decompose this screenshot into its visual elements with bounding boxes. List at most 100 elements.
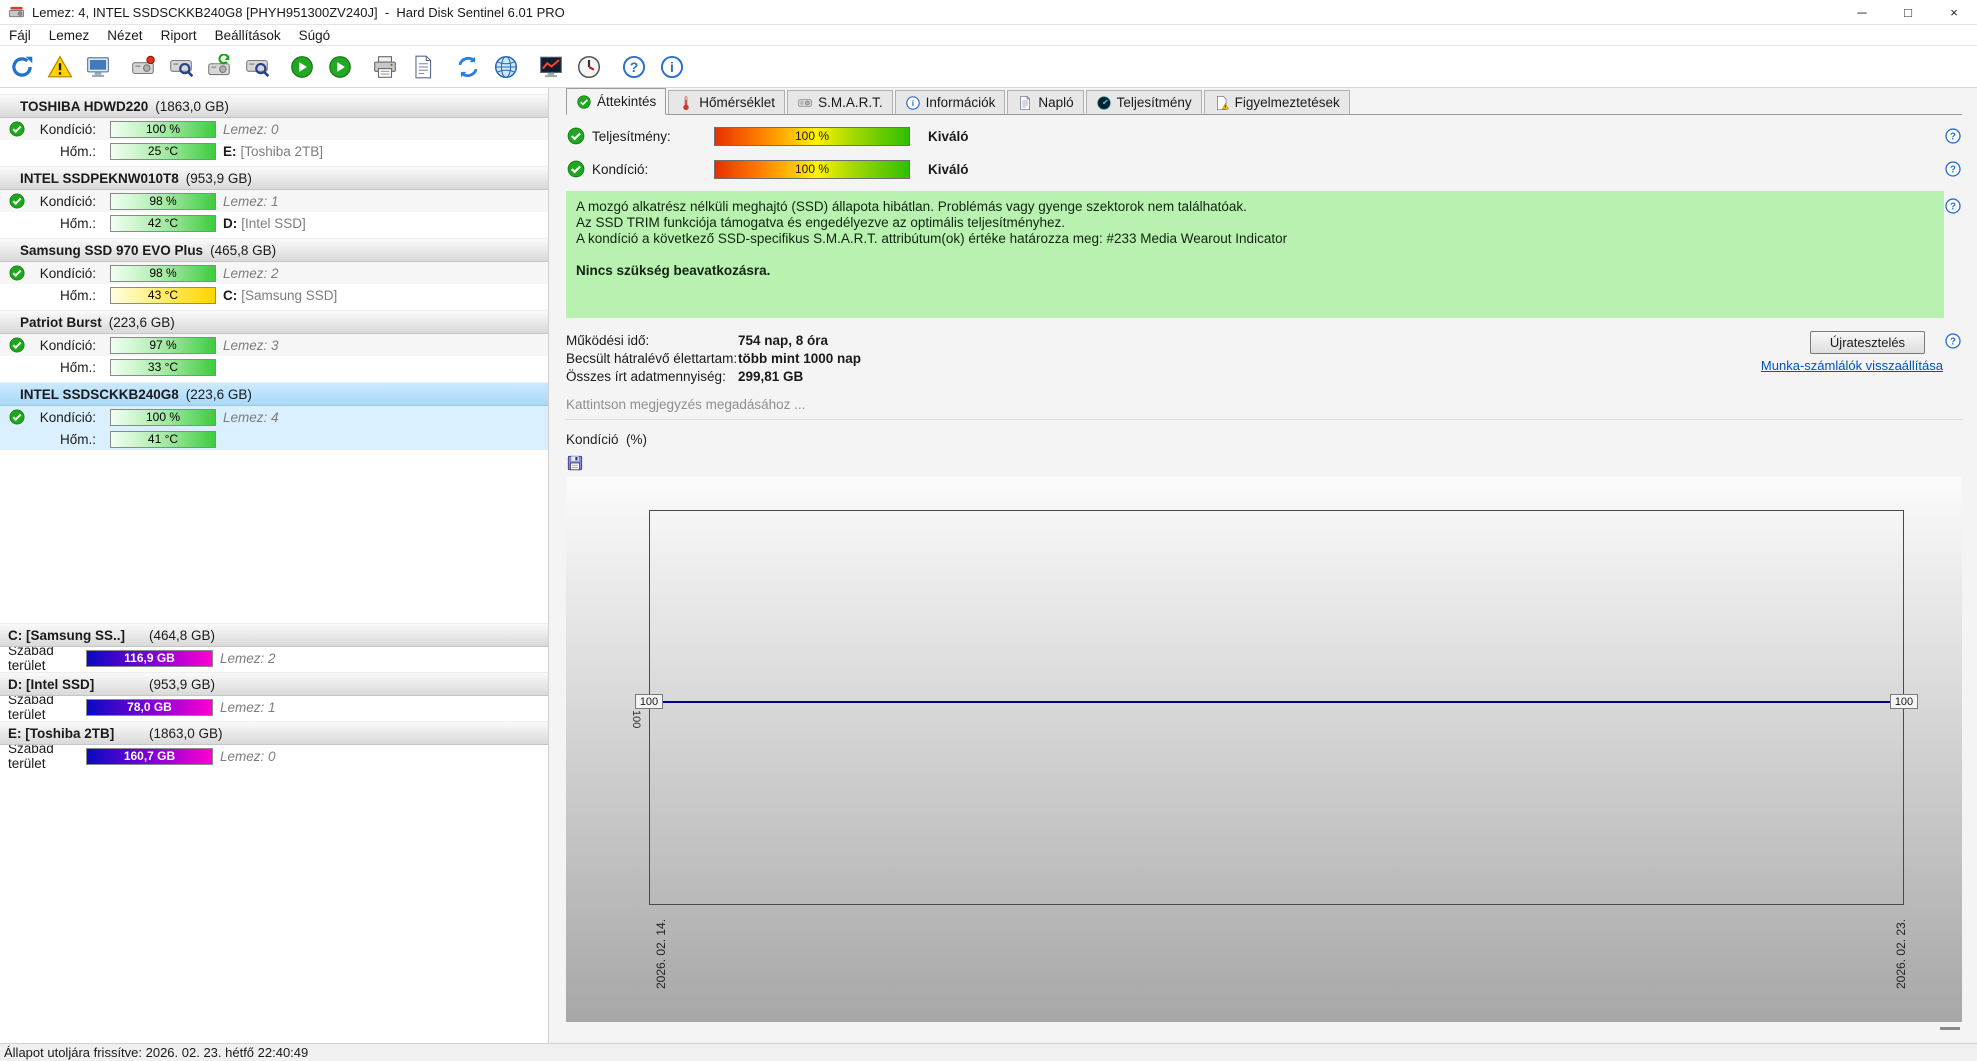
status-ok-icon bbox=[8, 336, 26, 354]
toolbar bbox=[0, 46, 1977, 88]
comment-field[interactable]: Kattintson megjegyzés megadásához ... bbox=[566, 397, 1962, 420]
run-test-icon[interactable] bbox=[285, 50, 319, 84]
menu-help[interactable]: Súgó bbox=[290, 28, 340, 43]
drive-letter: E: bbox=[223, 143, 237, 159]
disk-entry-selected: INTEL SSDSCKKB240G8 (223,6 GB) Kondíció:… bbox=[0, 382, 548, 450]
disk-condition-row[interactable]: Kondíció: 98 % Lemez: 1 bbox=[0, 190, 548, 212]
disk-temperature-row[interactable]: Hőm.: 42 °C D: [Intel SSD] bbox=[0, 212, 548, 234]
stat-row: Becsült hátralévő élettartam: több mint … bbox=[566, 349, 1962, 367]
tab-temperature[interactable]: Hőmérséklet bbox=[668, 90, 786, 114]
resize-grip[interactable] bbox=[1940, 1027, 1960, 1030]
tab-overview[interactable]: Áttekintés bbox=[566, 88, 667, 115]
tab-information[interactable]: Információk bbox=[894, 90, 1006, 114]
printer-icon[interactable] bbox=[368, 50, 402, 84]
disk-temperature-row[interactable]: Hőm.: 41 °C bbox=[0, 428, 548, 450]
condition-label: Kondíció: bbox=[39, 409, 96, 425]
disk-number: Lemez: 2 bbox=[220, 650, 276, 666]
disk-refresh-icon[interactable] bbox=[202, 50, 236, 84]
disk-number: Lemez: 0 bbox=[220, 748, 276, 764]
disk-header[interactable]: Patriot Burst (223,6 GB) bbox=[0, 310, 548, 334]
info-icon[interactable] bbox=[655, 50, 689, 84]
refresh-icon[interactable] bbox=[5, 50, 39, 84]
menu-bar: Fájl Lemez Nézet Riport Beállítások Súgó bbox=[0, 25, 1977, 46]
partition-free-row[interactable]: Szabad terület 116,9 GB Lemez: 2 bbox=[0, 643, 548, 673]
tab-warnings[interactable]: Figyelmeztetések bbox=[1203, 90, 1350, 114]
menu-settings[interactable]: Beállítások bbox=[206, 28, 290, 43]
performance-monitor-icon[interactable] bbox=[534, 50, 568, 84]
tab-label: Napló bbox=[1038, 95, 1074, 110]
clock-icon[interactable] bbox=[572, 50, 606, 84]
partition-free-row[interactable]: Szabad terület 78,0 GB Lemez: 1 bbox=[0, 692, 548, 722]
disk-condition-row[interactable]: Kondíció: 100 % Lemez: 0 bbox=[0, 118, 548, 140]
disk-condition-row[interactable]: Kondíció: 98 % Lemez: 2 bbox=[0, 262, 548, 284]
tab-smart[interactable]: S.M.A.R.T. bbox=[787, 90, 893, 114]
help-icon[interactable] bbox=[1944, 332, 1962, 350]
disk-number: Lemez: 1 bbox=[220, 699, 276, 715]
tab-log[interactable]: Napló bbox=[1007, 90, 1084, 114]
disk-temperature-row[interactable]: Hőm.: 25 °C E: [Toshiba 2TB] bbox=[0, 140, 548, 162]
disk-size: (223,6 GB) bbox=[185, 386, 252, 402]
temperature-value: 41 °C bbox=[147, 432, 179, 446]
monitor-icon[interactable] bbox=[81, 50, 115, 84]
disk-entry: Samsung SSD 970 EVO Plus (465,8 GB) Kond… bbox=[0, 238, 548, 306]
help-icon[interactable] bbox=[617, 50, 651, 84]
chart-y-axis-label: 100 bbox=[630, 710, 642, 729]
disk-search-icon[interactable] bbox=[164, 50, 198, 84]
disk-number: Lemez: 1 bbox=[223, 193, 279, 209]
retest-button[interactable]: Újratesztelés bbox=[1810, 331, 1925, 354]
disk-temperature-row[interactable]: Hőm.: 43 °C C: [Samsung SSD] bbox=[0, 284, 548, 306]
disk-condition-row[interactable]: Kondíció: 100 % Lemez: 4 bbox=[0, 406, 548, 428]
quick-test-icon[interactable] bbox=[323, 50, 357, 84]
partition-list: C: [Samsung SS..] (464,8 GB) Szabad terü… bbox=[0, 623, 548, 771]
disk-header[interactable]: Samsung SSD 970 EVO Plus (465,8 GB) bbox=[0, 238, 548, 262]
status-ok-icon bbox=[566, 126, 586, 146]
disk-scan-icon[interactable] bbox=[240, 50, 274, 84]
partition-free-row[interactable]: Szabad terület 160,7 GB Lemez: 0 bbox=[0, 741, 548, 771]
condition-value: 100 % bbox=[794, 162, 830, 176]
reset-counters-link[interactable]: Munka-számlálók visszaállítása bbox=[1761, 358, 1943, 373]
partition-header[interactable]: C: [Samsung SS..] (464,8 GB) bbox=[0, 623, 548, 647]
drive-assignment: D: [Intel SSD] bbox=[223, 216, 306, 231]
close-button[interactable]: × bbox=[1931, 0, 1977, 24]
save-chart-button[interactable] bbox=[566, 454, 586, 474]
menu-report[interactable]: Riport bbox=[152, 28, 206, 43]
maximize-button[interactable]: □ bbox=[1885, 0, 1931, 24]
disk-header[interactable]: TOSHIBA HDWD220 (1863,0 GB) bbox=[0, 94, 548, 118]
disk-remove-icon[interactable] bbox=[126, 50, 160, 84]
warning-icon[interactable] bbox=[43, 50, 77, 84]
partition-header[interactable]: E: [Toshiba 2TB] (1863,0 GB) bbox=[0, 721, 548, 745]
condition-label: Kondíció: bbox=[39, 193, 96, 209]
disk-header[interactable]: INTEL SSDSCKKB240G8 (223,6 GB) bbox=[0, 382, 548, 406]
tab-label: Információk bbox=[925, 95, 996, 110]
web-icon[interactable] bbox=[489, 50, 523, 84]
help-icon[interactable] bbox=[1944, 197, 1962, 215]
chart-plot-area bbox=[649, 510, 1904, 905]
tab-performance[interactable]: Teljesítmény bbox=[1085, 90, 1202, 114]
menu-disk[interactable]: Lemez bbox=[40, 28, 99, 43]
status-ok-icon bbox=[8, 120, 26, 138]
sync-icon[interactable] bbox=[451, 50, 485, 84]
partition-name: C: [Samsung SS..] bbox=[8, 627, 126, 643]
report-icon[interactable] bbox=[406, 50, 440, 84]
disk-header[interactable]: INTEL SSDPEKNW010T8 (953,9 GB) bbox=[0, 166, 548, 190]
disk-temperature-row[interactable]: Hőm.: 33 °C bbox=[0, 356, 548, 378]
help-icon[interactable] bbox=[1944, 127, 1962, 145]
condition-bar: 98 % bbox=[110, 192, 216, 210]
disk-condition-row[interactable]: Kondíció: 97 % Lemez: 3 bbox=[0, 334, 548, 356]
drive-label: [Samsung SSD] bbox=[241, 287, 338, 303]
disk-entry: TOSHIBA HDWD220 (1863,0 GB) Kondíció: 10… bbox=[0, 94, 548, 162]
partition-header[interactable]: D: [Intel SSD] (953,9 GB) bbox=[0, 672, 548, 696]
disk-size: (953,9 GB) bbox=[185, 170, 252, 186]
menu-file[interactable]: Fájl bbox=[0, 28, 40, 43]
condition-value: 100 % bbox=[145, 410, 181, 424]
statistics-block: Működési idő: 754 nap, 8 óra Becsült hát… bbox=[566, 331, 1962, 385]
performance-rating: Kiváló bbox=[928, 128, 969, 144]
menu-view[interactable]: Nézet bbox=[98, 28, 151, 43]
drive-assignment: C: [Samsung SSD] bbox=[223, 288, 337, 303]
partition-name: D: [Intel SSD] bbox=[8, 676, 95, 692]
free-space-value: 78,0 GB bbox=[127, 700, 172, 714]
minimize-button[interactable]: ─ bbox=[1839, 0, 1885, 24]
chart-point-label: 100 bbox=[635, 694, 663, 709]
chart-point-label: 100 bbox=[1890, 694, 1918, 709]
help-icon[interactable] bbox=[1944, 160, 1962, 178]
